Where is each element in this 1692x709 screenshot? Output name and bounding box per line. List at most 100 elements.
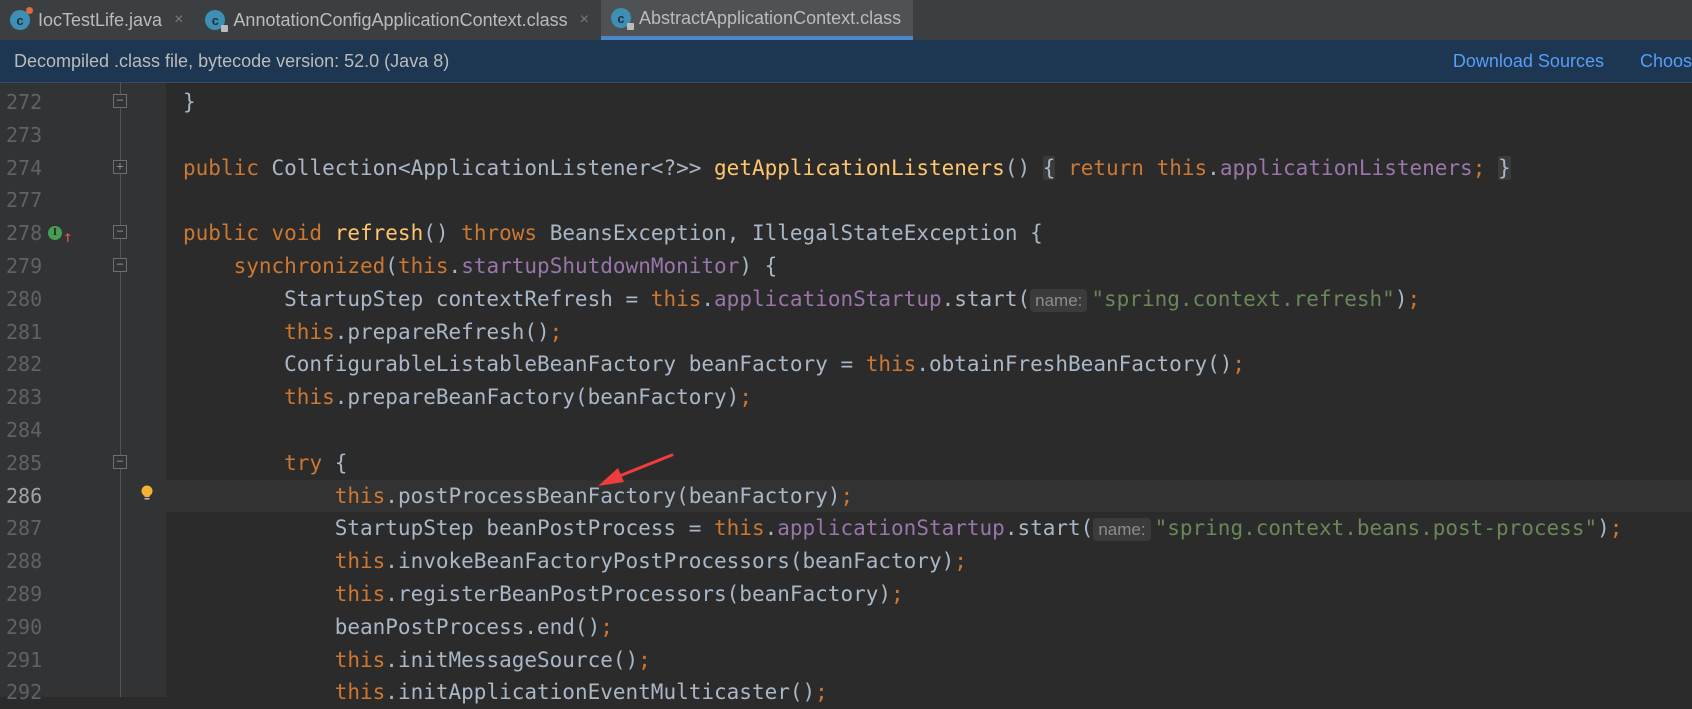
java-class-icon: c (10, 7, 33, 30)
line-number: 272 (6, 90, 43, 114)
code-text: try { (183, 447, 347, 480)
fold-collapse-icon[interactable]: − (113, 454, 127, 469)
line-number: 282 (6, 352, 43, 377)
code-line[interactable]: 287 StartupStep beanPostProcess = this.a… (0, 512, 1692, 545)
code-line[interactable]: 288 this.invokeBeanFactoryPostProcessors… (0, 545, 1692, 578)
code-token: .start( (941, 286, 1031, 311)
tab-2[interactable]: c AbstractApplicationContext.class (600, 0, 914, 40)
close-tab-icon[interactable]: × (580, 11, 589, 29)
line-number: 279 (6, 253, 43, 278)
code-text: synchronized(this.startupShutdownMonitor… (183, 250, 778, 283)
code-token: applicationListeners (1219, 155, 1473, 180)
implements-method-icon[interactable]: I (48, 226, 62, 241)
code-line[interactable]: 281 this.prepareRefresh(); (0, 316, 1692, 349)
code-token: ; (1407, 286, 1421, 311)
code-token: this (334, 483, 386, 508)
code-line[interactable]: 282 ConfigurableListableBeanFactory bean… (0, 348, 1692, 381)
fold-collapse-icon[interactable]: − (113, 257, 127, 272)
code-line[interactable]: 284 (0, 414, 1692, 447)
code-line[interactable]: 285 − try { (0, 447, 1692, 480)
code-token: ; (1609, 516, 1623, 541)
folded-brace: { (1042, 155, 1056, 180)
code-line[interactable]: 292 this.initApplicationEventMulticaster… (0, 676, 1692, 709)
code-token: ) (1597, 516, 1610, 541)
code-token: throws (461, 221, 550, 246)
code-token: "spring.context.refresh" (1091, 286, 1395, 311)
code-token: beanPostProcess.end() (183, 614, 601, 639)
line-number: 291 (6, 647, 43, 672)
code-line[interactable]: 274 + public Collection<ApplicationListene… (0, 152, 1692, 185)
run-marker-icon (26, 7, 33, 14)
code-line[interactable]: 279 − synchronized(this.startupShutdownMo… (0, 250, 1692, 283)
tab-1[interactable]: c AnnotationConfigApplicationContext.clas… (195, 0, 601, 40)
code-line[interactable]: 289 this.registerBeanPostProcessors(bean… (0, 578, 1692, 611)
code-text: StartupStep contextRefresh = this.applic… (183, 283, 1420, 318)
code-token: .obtainFreshBeanFactory() (916, 352, 1233, 377)
code-token: this (284, 319, 335, 344)
code-token: this (397, 253, 449, 278)
code-text: this.invokeBeanFactoryPostProcessors(bea… (183, 545, 967, 578)
download-sources-link[interactable]: Download Sources (1453, 51, 1604, 72)
close-tab-icon[interactable]: × (174, 11, 183, 29)
code-line[interactable]: 278− I ↑ public void refresh() throws Beans… (0, 217, 1692, 250)
code-line[interactable]: 280 StartupStep contextRefresh = this.ap… (0, 283, 1692, 316)
code-token: this (334, 581, 386, 606)
decompiled-info-bar: Decompiled .class file, bytecode version… (0, 40, 1692, 83)
choose-sources-link[interactable]: Choos (1640, 51, 1692, 72)
code-text: this.initApplicationEventMulticaster(); (183, 676, 828, 709)
fold-expand-icon[interactable]: + (113, 159, 127, 174)
line-number: 277 (6, 188, 43, 213)
code-line[interactable]: 291 this.initMessageSource(); (0, 644, 1692, 677)
code-token: () (423, 221, 462, 246)
lightbulb-icon[interactable] (140, 485, 154, 501)
code-token: refresh (334, 221, 424, 246)
lock-icon (221, 25, 229, 32)
code-token: public void (183, 221, 335, 246)
code-token: . (448, 253, 462, 278)
code-token: . (1207, 155, 1220, 180)
code-token: ; (549, 319, 563, 344)
tab-0[interactable]: c IocTestLife.java × (0, 0, 195, 40)
line-number: 288 (6, 549, 43, 574)
code-token: . (764, 516, 778, 541)
code-token: .initApplicationEventMulticaster() (385, 680, 816, 705)
code-token: this (1156, 155, 1208, 180)
code-token: "spring.context.beans.post-process" (1154, 516, 1598, 541)
line-number: 280 (6, 286, 43, 311)
line-number: 281 (6, 319, 43, 344)
lock-icon (626, 23, 634, 30)
code-token: .start( (1004, 516, 1094, 541)
code-text: } (183, 86, 196, 119)
code-line[interactable]: 277 (0, 184, 1692, 217)
code-line[interactable]: 286 this.postProcessBeanFactory(beanFact… (0, 479, 1692, 513)
code-token: .invokeBeanFactoryPostProcessors(beanFac… (385, 549, 955, 574)
code-line[interactable]: 273 (0, 119, 1692, 152)
fold-collapse-icon[interactable]: − (113, 225, 127, 240)
code-token: .prepareRefresh() (334, 319, 550, 344)
code-token: StartupStep contextRefresh = (183, 286, 651, 311)
code-token: ; (891, 581, 904, 606)
code-token: synchronized (233, 253, 386, 278)
line-number: 286 (6, 483, 43, 508)
fold-collapse-icon[interactable]: − (113, 94, 127, 108)
code-editor[interactable]: 272 −} 273 274 + public Collection<Applicatio… (0, 86, 1692, 709)
code-line[interactable]: 283 this.prepareBeanFactory(beanFactory)… (0, 381, 1692, 414)
code-text: beanPostProcess.end(); (183, 611, 613, 644)
code-line[interactable]: 290 beanPostProcess.end(); (0, 611, 1692, 644)
code-token: BeansException, IllegalStateException { (549, 221, 1043, 246)
code-token: public (183, 155, 272, 180)
code-line[interactable]: 272 −} (0, 86, 1692, 119)
line-number: 283 (6, 385, 43, 410)
code-text: this.initMessageSource(); (183, 644, 651, 677)
locked-class-icon: c (610, 8, 634, 30)
code-token: . (701, 286, 715, 311)
code-token: getApplicationListeners (714, 155, 1005, 180)
